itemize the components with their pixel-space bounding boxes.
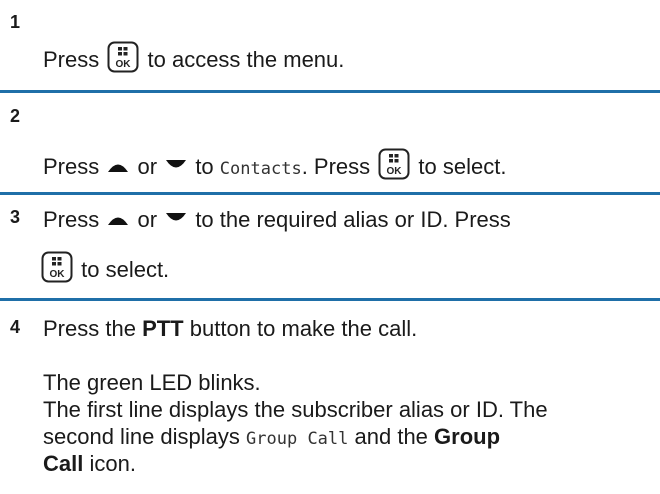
ptt-label: PTT — [142, 316, 184, 341]
result-line-2: second line displays Group Call and the … — [43, 424, 500, 452]
step-text-line-2: OK to select. — [41, 251, 169, 283]
result-line-2a: second line displays — [43, 424, 240, 449]
step-text-press: Press — [43, 47, 100, 72]
step-text-press-2: . Press — [301, 154, 371, 179]
group-label: Group — [434, 424, 501, 449]
menu-ok-button-icon: OK — [378, 148, 410, 180]
step-text-press: Press — [43, 207, 100, 232]
svg-text:OK: OK — [50, 269, 66, 280]
step-text-or: or — [137, 154, 158, 179]
result-led: The green LED blinks. — [43, 370, 261, 395]
step-number: 4 — [10, 317, 21, 337]
step-text-press: Press the — [43, 316, 136, 341]
step-number: 3 — [10, 207, 21, 227]
step-text-rest: button to make the call. — [189, 316, 418, 341]
step-text: Press or to Contacts. Press OK to select… — [43, 148, 506, 182]
step-4: 4 Press the PTT button to make the call.… — [0, 301, 660, 494]
step-number: 2 — [10, 106, 21, 126]
step-text-to: to — [195, 154, 214, 179]
down-arrow-icon — [165, 159, 187, 173]
step-text-or: or — [137, 207, 158, 232]
step-text: Press the PTT button to make the call. — [43, 316, 417, 342]
up-arrow-icon — [107, 212, 129, 226]
step-number: 1 — [10, 12, 21, 32]
step-2: 2 Press or to Contacts. Press OK to sele… — [0, 93, 660, 191]
menu-ok-button-icon: OK — [107, 41, 139, 73]
step-1: 1 Press OK to access the menu. — [0, 0, 660, 88]
result-line-2b: and the — [354, 424, 428, 449]
step-text-rest: to the required alias or ID. Press — [195, 207, 511, 232]
menu-ok-button-icon: OK — [41, 251, 73, 283]
result-line-3: Call icon. — [43, 451, 136, 477]
svg-text:OK: OK — [116, 59, 132, 70]
up-arrow-icon — [107, 159, 129, 173]
step-text-rest: to select. — [418, 154, 507, 179]
step-text: Press OK to access the menu. — [43, 41, 344, 73]
step-text-press: Press — [43, 154, 100, 179]
call-label: Call — [43, 451, 84, 476]
down-arrow-icon — [165, 212, 187, 226]
result-line-3-rest: icon. — [89, 451, 136, 476]
step-text: Press or to the required alias or ID. Pr… — [43, 207, 511, 233]
step-text-rest: to access the menu. — [147, 47, 345, 72]
step-text-rest-2: to select. — [81, 257, 170, 282]
result-line-1: The first line displays the subscriber a… — [43, 397, 548, 422]
svg-text:OK: OK — [387, 166, 403, 177]
menu-item-contacts: Contacts — [219, 159, 302, 179]
step-3: 3 Press or to the required alias or ID. … — [0, 195, 660, 299]
display-text-group-call: Group Call — [246, 429, 349, 449]
